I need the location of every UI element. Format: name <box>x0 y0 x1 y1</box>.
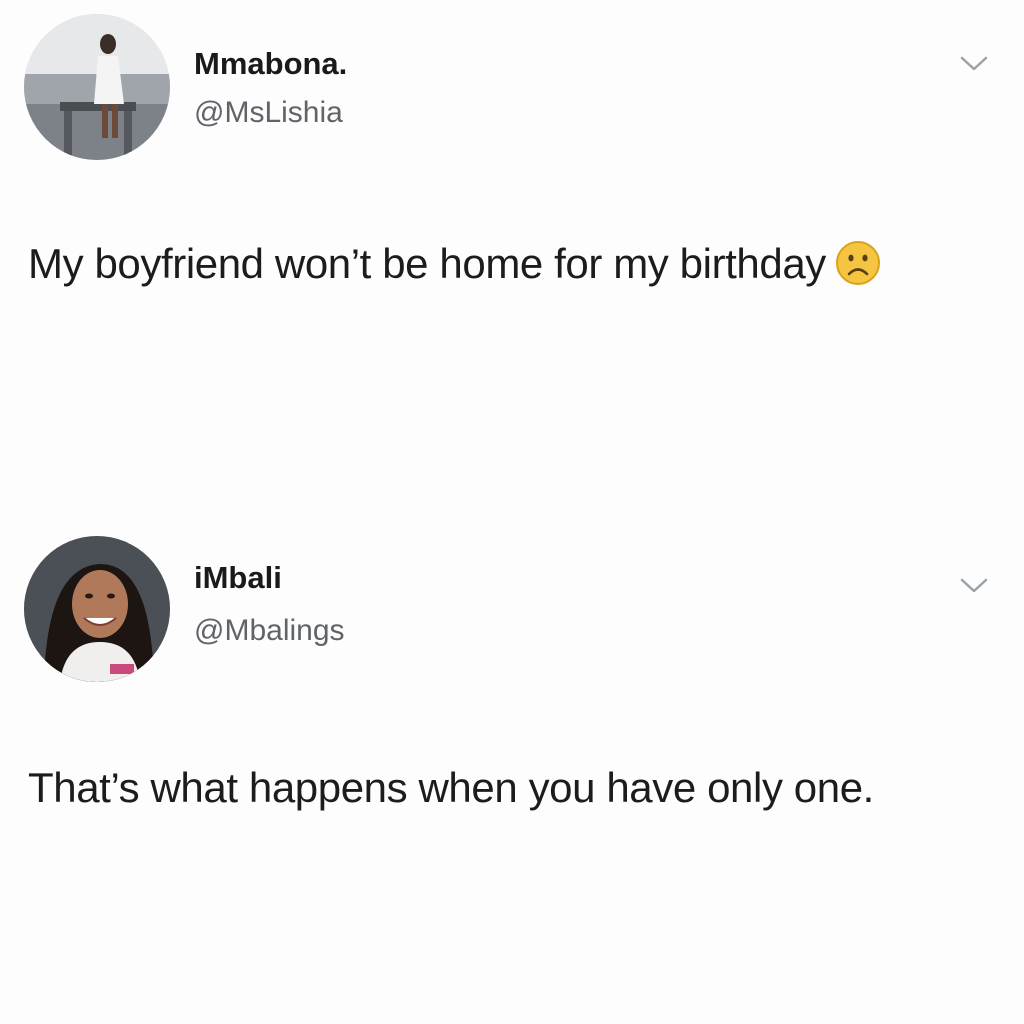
chevron-down-icon[interactable] <box>958 54 990 74</box>
avatar-image <box>24 14 170 160</box>
tweet-text: My boyfriend won’t be home for my birthd… <box>28 222 988 306</box>
user-handle[interactable]: @MsLishia <box>194 96 343 130</box>
frowning-face-icon <box>835 240 880 285</box>
screenshot-page: Mmabona. @MsLishia My boyfriend won’t be… <box>0 0 1024 1024</box>
tweet-2[interactable]: iMbali @Mbalings That’s what happens whe… <box>0 520 1024 940</box>
tweet-1[interactable]: Mmabona. @MsLishia My boyfriend won’t be… <box>0 0 1024 460</box>
avatar-mmabona[interactable] <box>24 14 170 160</box>
display-name[interactable]: iMbali <box>194 560 282 596</box>
tweet-text-content: My boyfriend won’t be home for my birthd… <box>28 240 826 287</box>
tweet-text: That’s what happens when you have only o… <box>28 746 988 830</box>
chevron-down-icon[interactable] <box>958 576 990 596</box>
tweet-text-content: That’s what happens when you have only o… <box>28 764 874 811</box>
user-handle[interactable]: @Mbalings <box>194 614 345 648</box>
avatar-imbali[interactable] <box>24 536 170 682</box>
avatar-image <box>24 536 170 682</box>
display-name[interactable]: Mmabona. <box>194 46 347 82</box>
